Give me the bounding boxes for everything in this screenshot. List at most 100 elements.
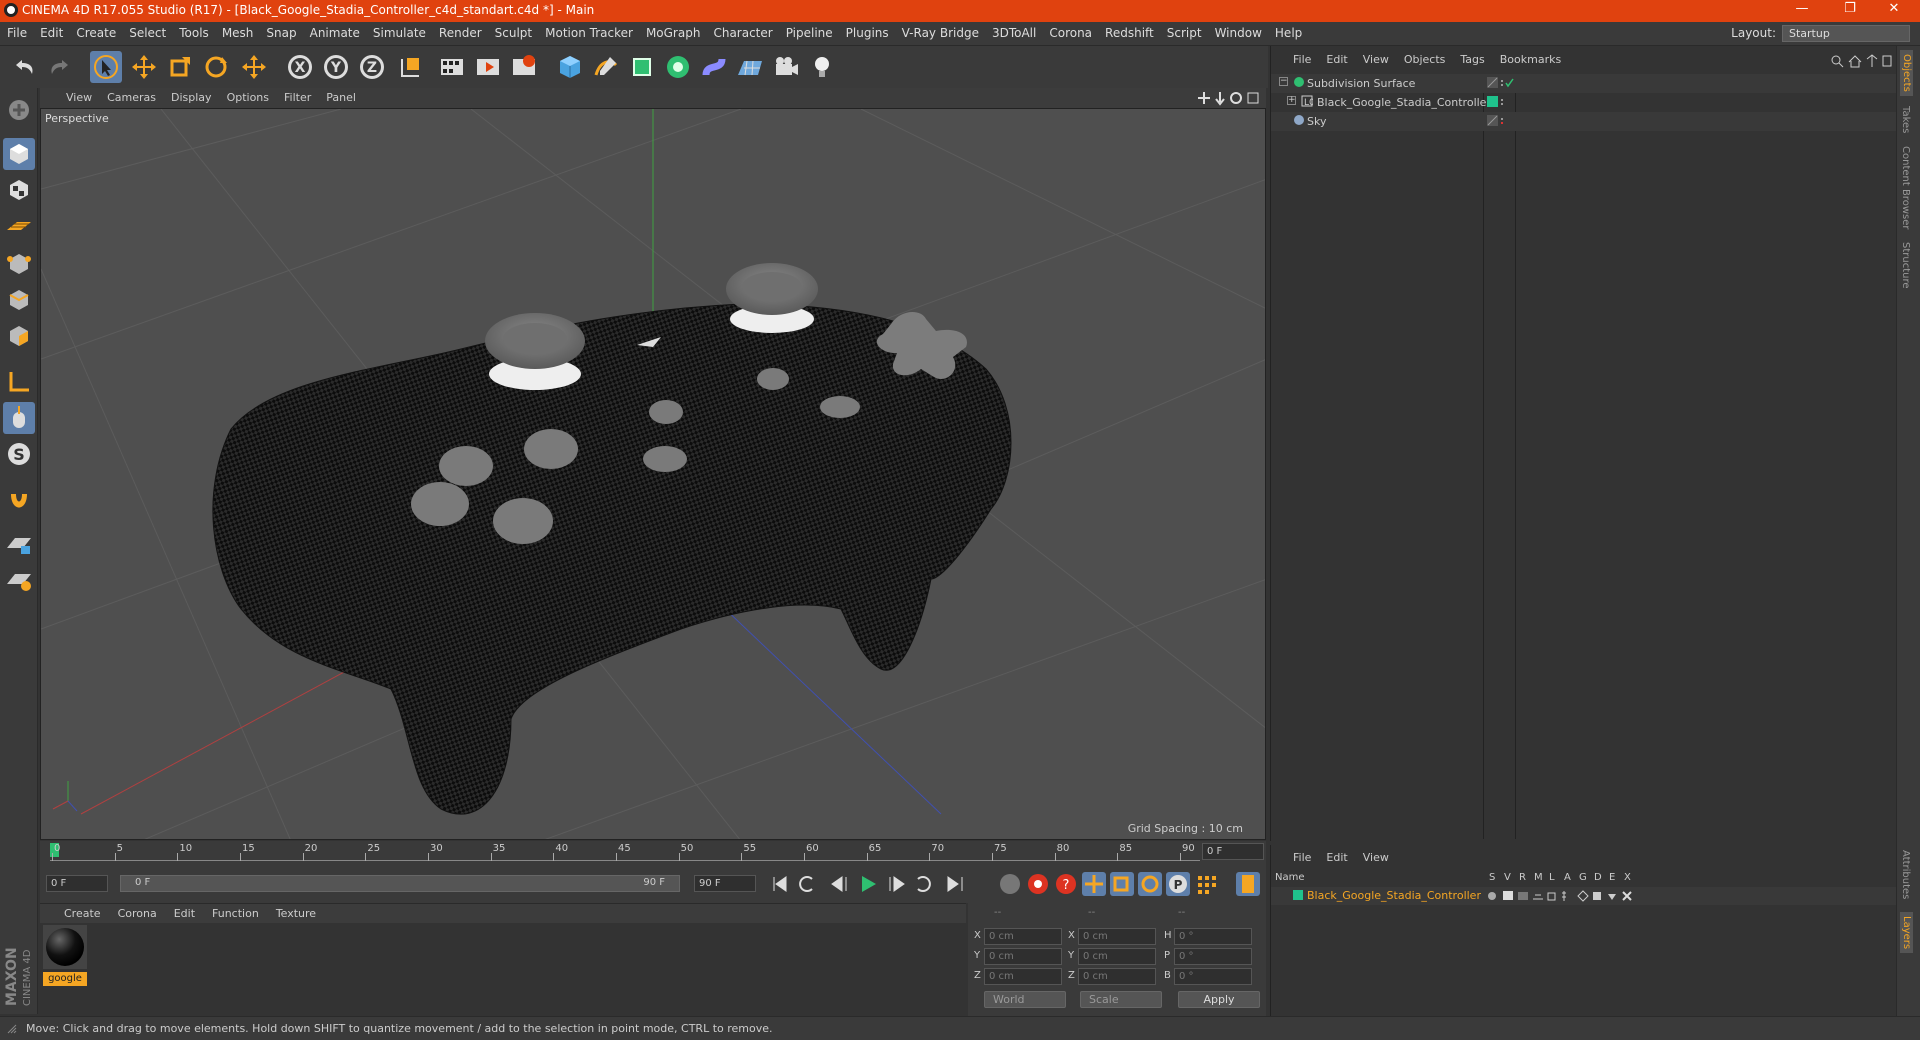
size-x-field[interactable]: 0 cm [1078,928,1156,945]
planar-workplane-icon[interactable] [3,564,35,596]
scale-mode-select[interactable]: Scale [1080,991,1162,1008]
perspective-viewport[interactable]: Perspective Grid Spacing : 10 cm [40,108,1266,840]
obj-menu-view[interactable]: View [1355,51,1396,66]
layer-color-swatch[interactable] [1293,890,1303,900]
object-row-controller[interactable]: + L0 Black_Google_Stadia_Controller [1271,93,1897,112]
floor-icon[interactable] [734,51,766,83]
viewport-menu-display[interactable]: Display [163,88,219,104]
layer-menu-edit[interactable]: Edit [1318,849,1354,864]
menu-create[interactable]: Create [69,22,122,46]
layer-menu-view[interactable]: View [1355,849,1396,864]
layout-select[interactable]: Startup [1782,25,1910,42]
material-menu-texture[interactable]: Texture [266,904,323,920]
menu-snap[interactable]: Snap [259,22,302,46]
size-y-field[interactable]: 0 cm [1078,948,1156,965]
size-z-field[interactable]: 0 cm [1078,968,1156,985]
keyframe-tools[interactable]: ? P [996,869,1266,899]
obj-menu-file[interactable]: File [1271,51,1318,66]
render-picture-viewer-icon[interactable] [472,51,504,83]
menu-file[interactable]: File [0,22,33,46]
viewport-menu-cameras[interactable]: Cameras [99,88,163,104]
menu-mograph[interactable]: MoGraph [639,22,707,46]
select-tool-icon[interactable] [90,51,122,83]
rotation-h-field[interactable]: 0 ° [1174,928,1252,945]
menu-select[interactable]: Select [122,22,172,46]
menu-window[interactable]: Window [1208,22,1268,46]
material-menu-edit[interactable]: Edit [164,904,202,920]
move-tool-icon[interactable] [128,51,160,83]
render-view-icon[interactable] [436,51,468,83]
material-menu-function[interactable]: Function [202,904,266,920]
position-y-field[interactable]: 0 cm [984,948,1062,965]
camera-icon[interactable] [770,51,802,83]
transport-buttons[interactable] [768,871,1018,897]
viewport-menu-panel[interactable]: Panel [318,88,363,104]
obj-menu-tags[interactable]: Tags [1452,51,1491,66]
menu-simulate[interactable]: Simulate [366,22,432,46]
viewport-menu-view[interactable]: View [40,88,99,104]
tab-layers[interactable]: Layers [1900,912,1913,954]
coordinate-system-icon[interactable] [394,51,426,83]
rotate-tool-icon[interactable] [200,51,232,83]
menu-redshift[interactable]: Redshift [1098,22,1160,46]
viewport-menu-filter[interactable]: Filter [276,88,318,104]
tab-takes[interactable]: Takes [1900,106,1911,133]
obj-menu-bookmarks[interactable]: Bookmarks [1492,51,1568,66]
collapse-icon[interactable]: − [1279,77,1288,86]
obj-menu-objects[interactable]: Objects [1396,51,1453,66]
model-mode-icon[interactable] [3,138,35,170]
tab-objects[interactable]: Objects [1900,50,1913,96]
object-manager-nav-icons[interactable] [1831,54,1893,68]
menu-character[interactable]: Character [706,22,778,46]
position-x-field[interactable]: 0 cm [984,928,1062,945]
axis-mode-icon[interactable] [3,366,35,398]
viewport-navigation-icons[interactable] [1198,90,1262,106]
cube-object-icon[interactable] [554,51,586,83]
minimize-button[interactable]: — [1782,1,1822,16]
menu-sculpt[interactable]: Sculpt [488,22,538,46]
workplane-mode-icon[interactable] [3,210,35,242]
start-frame-field[interactable]: 0 F [46,875,108,892]
apply-button[interactable]: Apply [1178,991,1260,1008]
points-mode-icon[interactable] [3,248,35,280]
menu-mesh[interactable]: Mesh [215,22,260,46]
menu-3dtoall[interactable]: 3DToAll [985,22,1042,46]
menu-tools[interactable]: Tools [172,22,215,46]
tweak-mode-icon[interactable] [3,402,35,434]
rotation-b-field[interactable]: 0 ° [1174,968,1252,985]
menu-edit[interactable]: Edit [33,22,69,46]
menu-script[interactable]: Script [1160,22,1208,46]
tab-content-browser[interactable]: Content Browser [1900,146,1911,229]
polygons-mode-icon[interactable] [3,320,35,352]
magnet-icon[interactable] [3,484,35,516]
light-icon[interactable] [806,51,838,83]
menu-help[interactable]: Help [1268,22,1308,46]
make-editable-icon[interactable] [3,94,35,126]
object-flags[interactable] [1487,96,1517,108]
redo-icon[interactable] [44,51,76,83]
tab-structure[interactable]: Structure [1900,242,1911,289]
end-frame-field[interactable]: 90 F [694,875,756,892]
menu-motion-tracker[interactable]: Motion Tracker [538,22,639,46]
scale-tool-icon[interactable] [164,51,196,83]
deformer-icon[interactable] [698,51,730,83]
transform-tool-icon[interactable] [238,51,270,83]
lock-workplane-icon[interactable] [3,528,35,560]
material-menu-create[interactable]: Create [40,904,108,920]
layer-menu-file[interactable]: File [1271,849,1318,864]
object-flags[interactable] [1487,77,1517,89]
object-row-subdivision[interactable]: − Subdivision Surface [1271,74,1897,93]
expand-icon[interactable]: + [1287,96,1296,105]
restore-button[interactable]: ❐ [1830,1,1870,16]
cloner-icon[interactable] [662,51,694,83]
undo-icon[interactable] [8,51,40,83]
viewport-menu-options[interactable]: Options [219,88,276,104]
snap-icon[interactable]: S [3,438,35,470]
z-axis-icon[interactable]: Z [356,51,388,83]
obj-menu-edit[interactable]: Edit [1318,51,1354,66]
edges-mode-icon[interactable] [3,284,35,316]
position-z-field[interactable]: 0 cm [984,968,1062,985]
coordinate-mode-select[interactable]: World [984,991,1066,1008]
menu-plugins[interactable]: Plugins [839,22,895,46]
texture-mode-icon[interactable] [3,174,35,206]
